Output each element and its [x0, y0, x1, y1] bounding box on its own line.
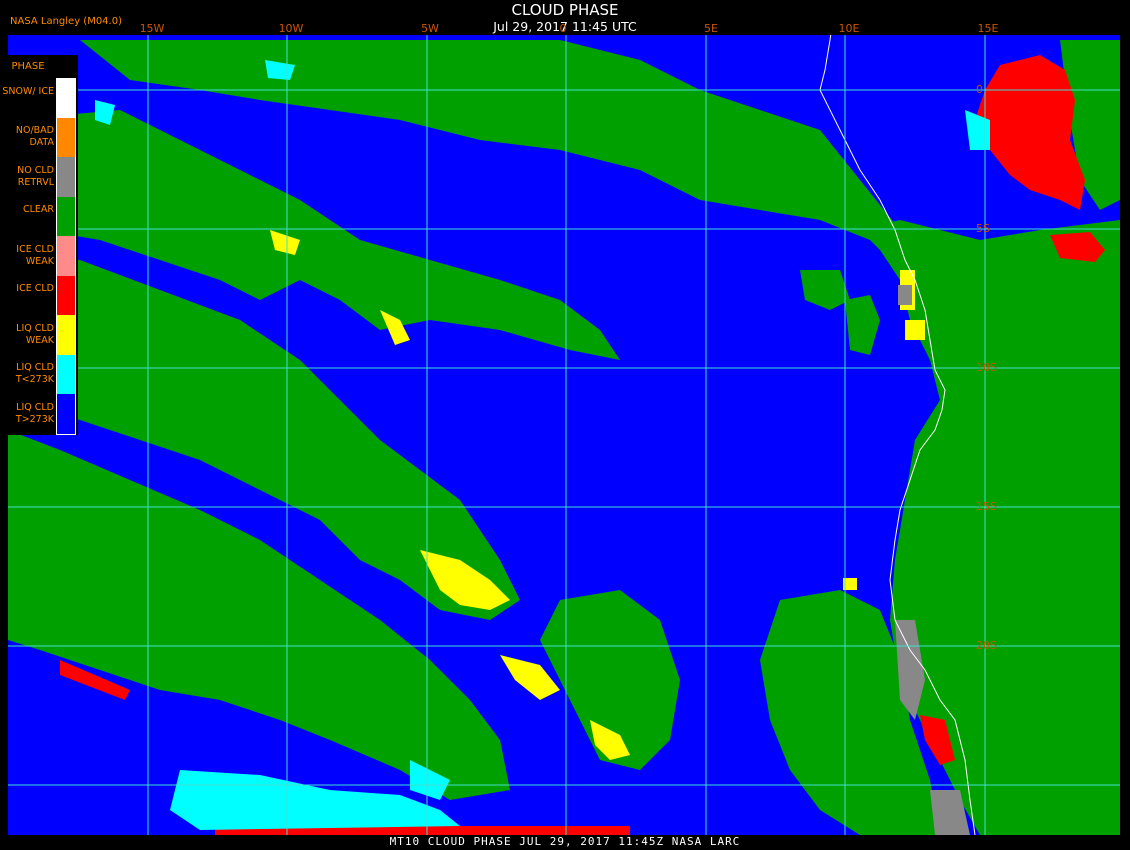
lat-label: 15S [976, 500, 997, 513]
legend-swatch [56, 117, 76, 157]
legend-label: ICE CLD [16, 283, 54, 295]
legend-label: ICE CLD WEAK [16, 243, 54, 267]
legend-label: LIQ CLD WEAK [16, 322, 54, 346]
legend-label: LIQ CLD T<273K [15, 362, 54, 386]
lon-label: 10E [838, 22, 860, 35]
legend-swatch [56, 196, 76, 236]
lat-label: 20S [976, 639, 997, 652]
lon-label: 15W [139, 22, 165, 35]
legend-label: LIQ CLD T>273K [15, 401, 54, 425]
legend-label: NO/BAD DATA [15, 125, 54, 149]
lat-label: 0 [976, 83, 983, 96]
lon-label: 5E [704, 22, 718, 35]
legend-swatch [56, 78, 76, 119]
source-label: NASA Langley (M04.0) [10, 16, 122, 27]
legend-title: PHASE [11, 61, 45, 72]
lon-label: 15E [977, 22, 999, 35]
legend-swatch [56, 157, 76, 197]
lat-label: 5S [976, 222, 990, 235]
legend-swatch [56, 236, 76, 276]
cloud-phase-map [0, 0, 1130, 850]
lon-label: 10W [278, 22, 304, 35]
legend-swatch [56, 275, 76, 315]
legend-swatch [56, 354, 76, 394]
lon-label: 0 [559, 22, 567, 35]
legend-label: NO CLD RETRVL [17, 164, 54, 188]
lon-label: 5W [421, 22, 439, 35]
map-title: CLOUD PHASE [511, 1, 619, 19]
phase-legend: PHASE SNOW/ ICE NO/BAD DATA NO CLD RETRVL C… [0, 55, 78, 435]
legend-label: SNOW/ ICE [2, 85, 54, 97]
legend-swatch [56, 315, 76, 355]
footer-caption: MT10 CLOUD PHASE JUL 29, 2017 11:45Z NAS… [389, 835, 741, 848]
legend-label: CLEAR [22, 204, 54, 216]
lat-label: 10S [976, 361, 997, 374]
legend-swatch [56, 394, 76, 435]
